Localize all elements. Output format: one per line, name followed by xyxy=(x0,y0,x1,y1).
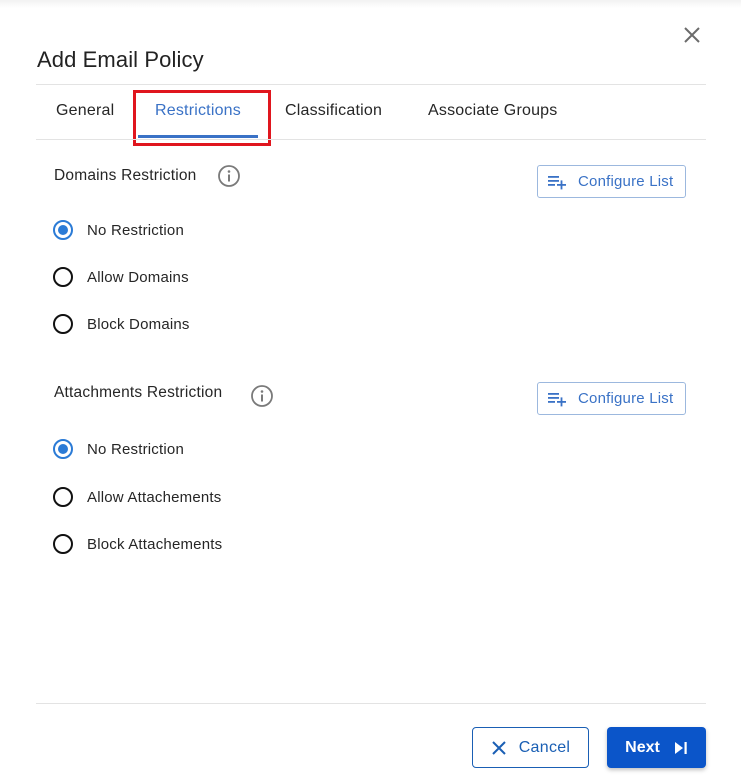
tab-label: Restrictions xyxy=(155,102,241,119)
domains-restriction-label: Domains Restriction xyxy=(54,167,197,184)
radio-button[interactable] xyxy=(53,534,73,554)
attachments-option-no-restriction[interactable]: No Restriction xyxy=(53,436,184,462)
radio-button[interactable] xyxy=(53,267,73,287)
tabs-divider xyxy=(36,139,706,140)
radio-button[interactable] xyxy=(53,314,73,334)
tab-restrictions[interactable]: Restrictions xyxy=(138,85,258,139)
close-icon xyxy=(684,27,700,43)
playlist-add-icon xyxy=(548,392,566,406)
attachments-option-block-attachements[interactable]: Block Attachements xyxy=(53,531,222,557)
radio-button[interactable] xyxy=(53,220,73,240)
domains-configure-list-button[interactable]: Configure List xyxy=(537,165,686,198)
attachments-option-allow-attachements[interactable]: Allow Attachements xyxy=(53,484,222,510)
attachments-restriction-label: Attachments Restriction xyxy=(54,384,223,401)
cancel-button[interactable]: Cancel xyxy=(472,727,589,768)
radio-button[interactable] xyxy=(53,487,73,507)
domains-option-allow-domains[interactable]: Allow Domains xyxy=(53,264,189,290)
info-icon[interactable] xyxy=(250,384,274,408)
dialog-title: Add Email Policy xyxy=(37,47,204,72)
tab-label: General xyxy=(56,102,115,119)
skip-next-icon xyxy=(674,741,687,754)
radio-label: Allow Attachements xyxy=(87,488,222,506)
radio-label: Block Domains xyxy=(87,315,190,333)
domains-option-no-restriction[interactable]: No Restriction xyxy=(53,217,184,243)
tab-general[interactable]: General xyxy=(56,85,114,139)
radio-label: No Restriction xyxy=(87,440,184,458)
radio-label: No Restriction xyxy=(87,221,184,239)
tab-label: Associate Groups xyxy=(428,102,558,119)
tab-associate-groups[interactable]: Associate Groups xyxy=(428,85,557,139)
footer-divider xyxy=(36,703,706,704)
radio-button[interactable] xyxy=(53,439,73,459)
next-label: Next xyxy=(625,738,660,756)
playlist-add-icon xyxy=(548,175,566,189)
tab-label: Classification xyxy=(285,102,383,119)
top-shadow xyxy=(0,0,741,8)
radio-label: Allow Domains xyxy=(87,268,189,286)
radio-label: Block Attachements xyxy=(87,535,223,553)
tab-classification[interactable]: Classification xyxy=(285,85,382,139)
cancel-label: Cancel xyxy=(518,738,571,756)
configure-list-label: Configure List xyxy=(578,173,674,190)
info-icon[interactable] xyxy=(217,164,241,188)
configure-list-label: Configure List xyxy=(578,390,674,407)
active-tab-indicator xyxy=(138,135,258,138)
close-icon xyxy=(491,740,506,755)
tab-bar: General Restrictions Classification Asso… xyxy=(36,85,706,139)
next-button[interactable]: Next xyxy=(607,727,706,768)
close-button[interactable] xyxy=(680,23,704,47)
attachments-configure-list-button[interactable]: Configure List xyxy=(537,382,686,415)
domains-option-block-domains[interactable]: Block Domains xyxy=(53,311,190,337)
